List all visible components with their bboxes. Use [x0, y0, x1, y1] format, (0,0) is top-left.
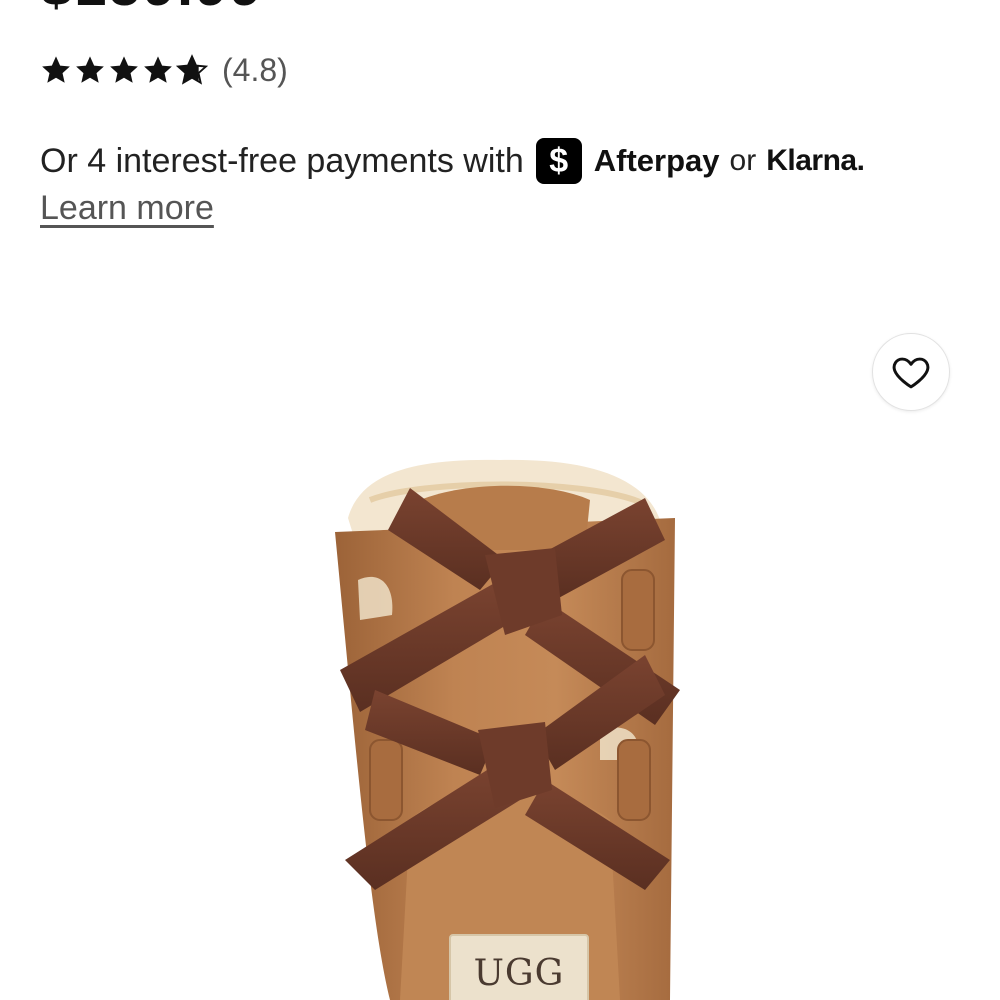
star-icon [76, 56, 104, 83]
product-page: $159.99 (4.8) Or 4 interest-free payment… [0, 0, 1000, 1000]
installment-payments: Or 4 interest-free payments with $ After… [40, 136, 865, 186]
afterpay-logo-icon: $ [535, 138, 582, 184]
favorite-button[interactable] [872, 333, 950, 411]
ugg-brand-label: UGG [474, 953, 565, 994]
afterpay-badge-symbol: $ [549, 142, 569, 180]
or-label: or [729, 144, 757, 177]
star-icon [42, 56, 70, 83]
heart-outline-icon [892, 357, 930, 389]
star-icon [144, 56, 172, 83]
rating-row[interactable]: (4.8) [40, 50, 288, 90]
klarna-label: Klarna. [766, 144, 865, 177]
star-icon [110, 56, 138, 83]
afterpay-label: Afterpay [593, 143, 720, 178]
ugg-boot-illustration: UGG [335, 459, 680, 1000]
product-image[interactable]: UGG [300, 440, 720, 1000]
product-price: $159.99 [40, 0, 264, 16]
star-partial-icon [176, 54, 208, 85]
star-rating [40, 54, 208, 86]
rating-value: (4.8) [222, 52, 288, 88]
installment-text: Or 4 interest-free payments with [40, 142, 524, 180]
learn-more-link[interactable]: Learn more [40, 186, 214, 230]
